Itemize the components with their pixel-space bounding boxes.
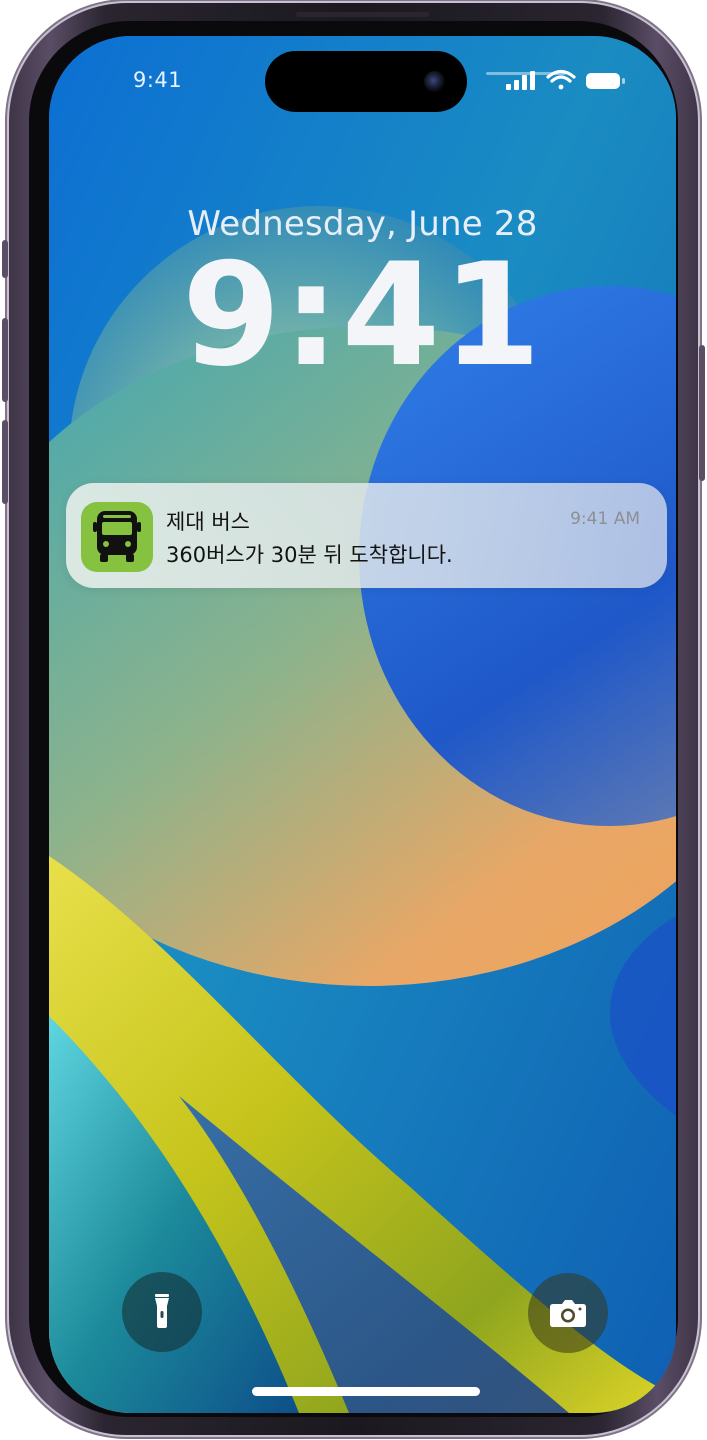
bus-icon xyxy=(93,511,141,562)
status-icons xyxy=(504,66,634,96)
side-button xyxy=(699,345,705,481)
lock-clock: 9:41 xyxy=(181,233,544,398)
notification-time: 9:41 AM xyxy=(570,509,640,529)
dynamic-island xyxy=(265,51,467,112)
notification-card[interactable]: 제대 버스 360버스가 30분 뒤 도착합니다. 9:41 AM xyxy=(66,483,667,588)
action-button xyxy=(2,240,8,278)
speaker-grille xyxy=(296,12,429,17)
battery-icon xyxy=(586,73,625,89)
front-camera xyxy=(424,71,445,92)
volume-up-button xyxy=(2,318,8,402)
volume-down-button xyxy=(2,420,8,504)
status-time: 9:41 xyxy=(133,68,183,92)
lock-screen: 9:41 Wednesday, June 28 9:41 제대 버스 360버스… xyxy=(49,36,676,1413)
status-underline xyxy=(486,72,566,75)
camera-button[interactable] xyxy=(528,1273,608,1353)
iphone-frame: 9:41 Wednesday, June 28 9:41 제대 버스 360버스… xyxy=(9,3,698,1435)
flashlight-button[interactable] xyxy=(122,1272,202,1352)
notification-body: 360버스가 30분 뒤 도착합니다. xyxy=(166,543,453,567)
flashlight-icon xyxy=(155,1294,169,1328)
bus-app-icon xyxy=(81,502,153,572)
home-indicator[interactable] xyxy=(252,1387,480,1396)
camera-icon xyxy=(550,1300,586,1327)
notification-title: 제대 버스 xyxy=(166,510,250,534)
